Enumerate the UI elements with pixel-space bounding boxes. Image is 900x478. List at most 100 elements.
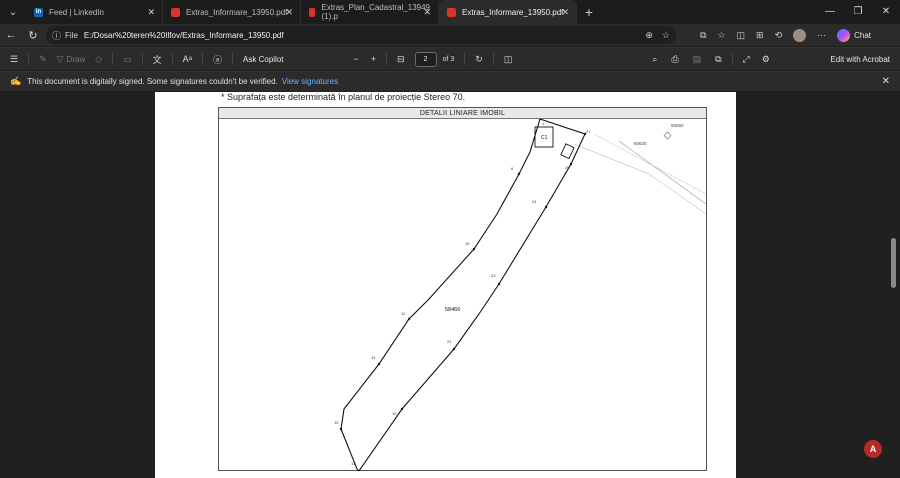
page-number-input[interactable]: 2: [414, 51, 437, 67]
signature-message: This document is digitally signed. Some …: [27, 77, 278, 86]
signature-notification-bar: ✍ This document is digitally signed. Som…: [0, 71, 900, 91]
vertex-label: 1: [542, 121, 545, 126]
pdf-icon: [309, 7, 316, 17]
divider: [492, 53, 494, 65]
extensions-icon[interactable]: ⧉: [700, 30, 706, 41]
url-scheme: File: [65, 30, 78, 40]
translate-icon[interactable]: 文: [153, 53, 162, 66]
save-icon[interactable]: ▤: [693, 54, 702, 65]
read-aloud-icon[interactable]: Aᵃ: [183, 54, 192, 64]
copilot-chat-button[interactable]: Chat: [837, 28, 872, 42]
divider: [232, 53, 234, 65]
copilot-icon: [837, 28, 851, 42]
search-icon[interactable]: ⌕: [652, 54, 657, 65]
collections-icon[interactable]: ⊞: [756, 30, 764, 41]
fullscreen-icon[interactable]: ⤢: [743, 54, 750, 65]
tab-pdf-informare[interactable]: Extras_Informare_13950.pdf ✕: [163, 0, 301, 24]
tab-pdf-informare-active[interactable]: Extras_Informare_13950.pdf ✕: [439, 0, 577, 24]
projection-note: * Suprafața este determinată în planul d…: [221, 92, 466, 102]
save-as-icon[interactable]: ⧉: [715, 54, 721, 65]
split-screen-icon[interactable]: ◫: [737, 30, 746, 41]
divider: [141, 53, 143, 65]
address-bar-row: ← ↻ ⓘ File E:/Dosar%20teren%20Ilfov/Extr…: [0, 24, 900, 46]
info-icon: ⓘ: [52, 30, 62, 41]
refresh-button[interactable]: ↻: [22, 29, 44, 42]
close-window-button[interactable]: ✕: [872, 0, 900, 24]
close-notification-button[interactable]: ✕: [882, 76, 890, 87]
rotate-icon[interactable]: ↻: [475, 54, 483, 65]
plan-frame: DETALII LINIARE IMOBIL 50650 50630 C1 58…: [218, 107, 707, 471]
parcel-boundary: [340, 119, 586, 471]
new-tab-button[interactable]: +: [577, 4, 601, 20]
browser-toolbar-icons: ⧉ ☆ ◫ ⊞ ⟲ ⋯ Chat: [700, 24, 871, 46]
annex-structure: [560, 143, 575, 160]
address-bar-icons: ⊕ ☆: [645, 30, 670, 41]
minimize-button[interactable]: —: [816, 0, 844, 24]
cadastral-plan-drawing: 50650 50630 C1 58466 1 27 26 24 23 21 19…: [334, 119, 706, 471]
favorite-star-icon[interactable]: ☆: [662, 30, 670, 41]
vertex-markers: 1 27 26 24 23 21 19 17 15 14 12 10 6: [334, 119, 591, 471]
linkedin-icon: in: [34, 7, 43, 17]
print-icon[interactable]: ⎙: [671, 54, 678, 65]
vertex-label: 17: [351, 461, 356, 466]
avatar[interactable]: [793, 28, 807, 42]
window-controls: — ❐ ✕: [816, 0, 900, 24]
draw-icon[interactable]: ▽: [57, 54, 64, 65]
pdf-toolbar: ☰ ✎ ▽ Draw ◇ ▭ 文 Aᵃ ⓐ Ask Copilot − + ⊟ …: [0, 47, 900, 70]
history-icon[interactable]: ⟲: [775, 30, 783, 41]
ask-copilot-button[interactable]: Ask Copilot: [243, 55, 283, 64]
close-icon[interactable]: ✕: [285, 7, 293, 18]
tab-linkedin[interactable]: in Feed | LinkedIn ✕: [26, 0, 163, 24]
restore-button[interactable]: ❐: [844, 0, 872, 24]
highlight-icon[interactable]: ✎: [39, 54, 47, 65]
close-icon[interactable]: ✕: [423, 7, 431, 18]
draw-label[interactable]: Draw: [67, 55, 86, 64]
url-text[interactable]: E:/Dosar%20teren%20Ilfov/Extras_Informar…: [84, 31, 284, 40]
zoom-in-button[interactable]: +: [371, 54, 376, 64]
scrollbar-thumb[interactable]: [891, 238, 896, 288]
neighbor-id: 50650: [671, 123, 684, 128]
edit-with-acrobat-button[interactable]: Edit with Acrobat: [830, 55, 890, 64]
tab-title: Feed | LinkedIn: [49, 7, 105, 17]
view-signatures-link[interactable]: View signatures: [282, 77, 338, 86]
divider: [171, 53, 173, 65]
pdf-viewport[interactable]: * Suprafața este determinată în planul d…: [0, 92, 900, 478]
tab-pdf-plan-cadastral[interactable]: Extras_Plan_Cadastral_13949 (1).p ✕: [301, 0, 439, 24]
contents-icon[interactable]: ☰: [10, 54, 18, 65]
signature-pen-icon: ✍: [10, 76, 22, 86]
neighbor-boundary: [573, 143, 706, 215]
acrobat-icon[interactable]: A: [864, 440, 882, 458]
neighbor-boundary: [618, 140, 706, 205]
divider: [112, 53, 114, 65]
divider: [202, 53, 204, 65]
parcel-id: 58466: [445, 307, 460, 313]
zoom-out-button[interactable]: −: [354, 54, 359, 64]
vertical-scrollbar[interactable]: [888, 92, 900, 478]
chat-label: Chat: [854, 30, 872, 40]
close-icon[interactable]: ✕: [147, 7, 155, 18]
vertex-label: 6: [511, 166, 514, 171]
pdf-icon: [447, 7, 456, 17]
eraser-icon[interactable]: ◇: [95, 54, 102, 65]
address-bar[interactable]: ⓘ File E:/Dosar%20teren%20Ilfov/Extras_I…: [46, 26, 676, 44]
text-options-icon[interactable]: ⓐ: [213, 53, 222, 66]
favorites-icon[interactable]: ☆: [717, 30, 725, 41]
divider: [386, 53, 388, 65]
close-icon[interactable]: ✕: [561, 7, 569, 18]
page-total: of 3: [442, 55, 455, 63]
text-box-icon[interactable]: ▭: [123, 54, 132, 65]
back-button[interactable]: ←: [0, 29, 22, 41]
settings-gear-icon[interactable]: ⚙: [762, 54, 770, 65]
zoom-icon[interactable]: ⊕: [645, 30, 653, 41]
pdf-page: * Suprafața este determinată în planul d…: [155, 92, 736, 478]
vertex-label: 10: [465, 241, 470, 246]
vertex-label: 15: [334, 420, 339, 425]
tab-strip: ⌄ in Feed | LinkedIn ✕ Extras_Informare_…: [0, 0, 900, 24]
tab-title: Extras_Informare_13950.pdf: [186, 7, 288, 17]
tab-actions-menu[interactable]: ⌄: [0, 0, 26, 24]
fit-page-icon[interactable]: ⊟: [397, 54, 405, 65]
page-view-icon[interactable]: ◫: [504, 54, 513, 65]
vertex-label: 23: [491, 273, 496, 278]
more-menu-icon[interactable]: ⋯: [817, 30, 826, 41]
neighbor-boundary: [593, 133, 706, 195]
